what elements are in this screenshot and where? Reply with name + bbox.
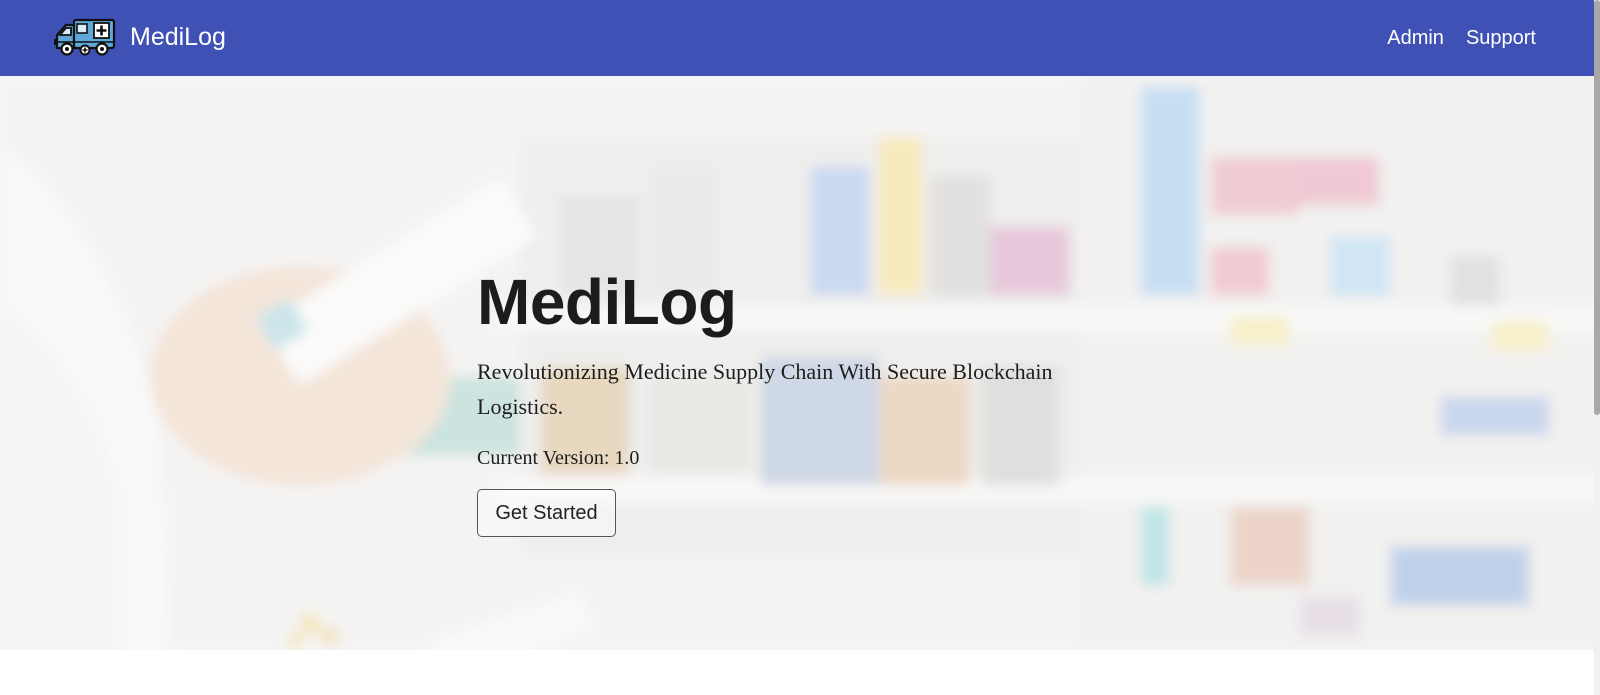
page-scrollbar[interactable]	[1594, 0, 1600, 695]
nav-links: Admin Support	[1365, 0, 1536, 76]
scrollbar-thumb[interactable]	[1594, 0, 1600, 415]
version-value: 1.0	[614, 447, 640, 469]
hero-section: MediLog Revolutionizing Medicine Supply …	[0, 76, 1600, 650]
nav-link-admin[interactable]: Admin	[1387, 27, 1444, 50]
hero-content: MediLog Revolutionizing Medicine Supply …	[477, 266, 1137, 537]
hero-subtitle: Revolutionizing Medicine Supply Chain Wi…	[477, 359, 1053, 419]
hero-title: MediLog	[477, 266, 737, 338]
nav-link-support[interactable]: Support	[1466, 27, 1536, 50]
top-navbar: MediLog Admin Support	[0, 0, 1600, 76]
brand-name: MediLog	[130, 23, 226, 51]
ambulance-icon	[54, 18, 116, 56]
get-started-button[interactable]: Get Started	[477, 489, 616, 537]
version-label: Current Version:	[477, 447, 610, 469]
brand-home-link[interactable]: MediLog	[54, 17, 226, 57]
version-info: Current Version: 1.0	[477, 445, 1137, 471]
